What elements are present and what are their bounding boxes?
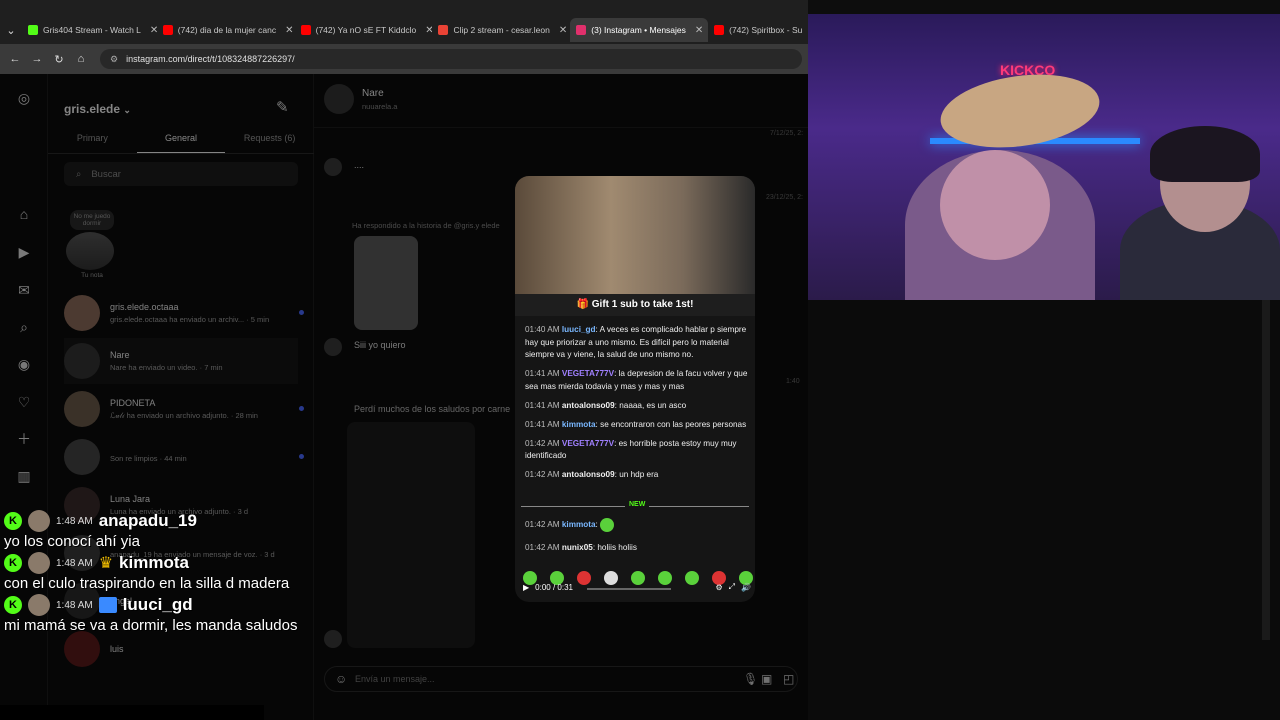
video-frame[interactable]	[515, 176, 755, 294]
close-tab-icon[interactable]: ✕	[150, 25, 157, 36]
tab-list-icon[interactable]: ⌄	[0, 24, 22, 37]
badge-icon	[98, 597, 117, 613]
reload-icon[interactable]: ↻	[48, 53, 70, 66]
back-icon[interactable]: ←	[4, 53, 26, 65]
browser-tab[interactable]: Clip 2 stream - cesar.leon ✕	[432, 18, 570, 42]
fullscreen-icon[interactable]: ⤢	[729, 582, 735, 592]
gmail-icon	[438, 25, 449, 35]
player-controls: ▶ 0:00 / 0:31 ⚙ ⤢ 🔊	[523, 580, 751, 594]
scrollbar[interactable]	[1262, 300, 1270, 640]
instagram-icon	[576, 25, 587, 35]
address-bar-row: ← → ↻ ⌂ ⚙ instagram.com/direct/t/10832488…	[0, 44, 808, 74]
player-time: 0:00 / 0:31	[535, 582, 573, 592]
avatar	[28, 552, 50, 574]
headphones	[1150, 126, 1260, 182]
close-tab-icon[interactable]: ✕	[695, 25, 703, 36]
close-tab-icon[interactable]: ✕	[425, 25, 432, 36]
browser-tab[interactable]: Gris404 Stream - Watch L ✕	[22, 18, 157, 42]
chat-line: 01:41 AM VEGETA777V: la depresion de la …	[525, 369, 748, 391]
progress-bar[interactable]	[587, 588, 671, 590]
avatar	[28, 510, 50, 532]
settings-icon[interactable]: ⚙	[715, 583, 722, 592]
kick-chat-header: K 1:48 AM ♛ kimmota	[4, 552, 300, 574]
avatar	[28, 594, 50, 616]
kick-chat-header: K 1:48 AM luuci_gd	[4, 594, 300, 616]
chat-line: 01:40 AM luuci_gd: A veces es complicado…	[525, 325, 747, 359]
tab-strip: ⌄ Gris404 Stream - Watch L ✕ (742) dia de…	[0, 18, 808, 42]
close-tab-icon[interactable]: ✕	[559, 25, 567, 36]
browser-tab[interactable]: (742) Spiritbox - Su	[708, 18, 808, 42]
chat-log-new: 01:42 AM kimmota: 01:42 AM nunix05: holi…	[525, 518, 751, 561]
chat-log: 01:40 AM luuci_gd: A veces es complicado…	[525, 324, 751, 488]
crown-icon: ♛	[98, 555, 114, 572]
page-background-right	[808, 300, 1280, 720]
forward-icon[interactable]: →	[26, 53, 48, 65]
chat-line: 01:42 AM VEGETA777V: es horrible posta e…	[525, 438, 737, 461]
kick-chat-overlay: K 1:48 AM anapadu_19 yo los conocí ahí yia…	[0, 510, 300, 636]
emote-icon	[600, 518, 615, 532]
kick-chat-header: K 1:48 AM anapadu_19	[4, 510, 300, 532]
browser-tab[interactable]: (742) dia de la mujer canc ✕	[157, 18, 295, 42]
play-icon[interactable]: ▶	[523, 583, 529, 592]
close-tab-icon[interactable]: ✕	[285, 25, 293, 36]
url-field[interactable]: ⚙ instagram.com/direct/t/108324887226297/	[100, 49, 802, 69]
chat-line: 01:41 AM kimmota: se encontraron con las…	[525, 419, 747, 429]
kick-icon: K	[4, 554, 22, 572]
volume-icon[interactable]: 🔊	[741, 583, 751, 592]
gift-banner: 🎁 Gift 1 sub to take 1st!	[515, 294, 755, 316]
youtube-icon	[300, 25, 311, 35]
video-modal[interactable]: 🎁 Gift 1 sub to take 1st! 01:40 AM luuci…	[515, 176, 755, 602]
new-label: NEW	[625, 501, 650, 508]
taskbar-strip	[0, 705, 264, 720]
kick-icon: K	[4, 596, 22, 614]
youtube-icon	[162, 25, 173, 35]
kick-chat-message: mi mamá se va a dormir, les manda saludo…	[4, 617, 298, 634]
chat-line: 01:41 AM antoalonso09: naaaa, es un asco	[525, 400, 687, 410]
site-info-icon[interactable]: ⚙	[110, 54, 118, 65]
kick-icon	[27, 25, 38, 35]
chat-line: 01:42 AM antoalonso09: un hdp era	[525, 470, 659, 479]
kick-icon: K	[4, 512, 22, 530]
browser-tab[interactable]: (742) Ya nO sE FT Kiddclo ✕	[295, 18, 432, 42]
browser-tab-active[interactable]: (3) Instagram • Mensajes ✕	[570, 18, 709, 42]
chat-line: 01:42 AM kimmota:	[525, 518, 751, 532]
home-icon[interactable]: ⌂	[70, 53, 92, 65]
streamer-1-head	[940, 150, 1050, 260]
youtube-icon	[714, 25, 725, 35]
kick-chat-message: con el culo traspirando en la silla d ma…	[4, 575, 290, 592]
kick-chat-message: yo los conocí ahí yia	[4, 533, 140, 550]
chat-line: 01:42 AM nunix05: holiis holiis	[525, 543, 637, 552]
